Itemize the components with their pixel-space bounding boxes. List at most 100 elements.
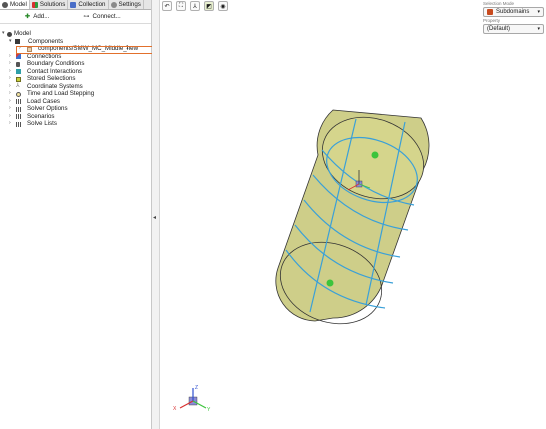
tree-label-stored-selections: Stored Selections bbox=[27, 75, 76, 82]
collapse-panel-icon[interactable]: ◂ bbox=[153, 214, 156, 221]
solutions-icon bbox=[31, 1, 38, 8]
tree-row-contact-interactions[interactable]: › Contact Interactions bbox=[0, 68, 151, 76]
expand-arrow-icon: › bbox=[9, 105, 11, 111]
fit-view-icon[interactable]: ⛶ bbox=[176, 1, 186, 11]
mesh-ring bbox=[303, 199, 401, 258]
cylinder-bottom-face bbox=[279, 241, 383, 325]
tree-label-load-cases: Load Cases bbox=[27, 97, 61, 105]
subdomains-icon bbox=[487, 9, 493, 15]
tab-settings[interactable]: Settings bbox=[109, 0, 144, 9]
tab-settings-label: Settings bbox=[118, 1, 141, 8]
expand-arrow-icon: › bbox=[9, 112, 11, 119]
mesh-line bbox=[309, 118, 357, 313]
tree-label-solve-lists: Solve Lists bbox=[27, 120, 57, 127]
tree-row-solve-lists[interactable]: › Solve Lists bbox=[0, 120, 151, 128]
tab-model[interactable]: Model bbox=[0, 0, 30, 9]
tree-row-solver-options[interactable]: › Solver Options bbox=[0, 105, 151, 113]
expand-arrow-icon: › bbox=[9, 82, 11, 89]
tree-row-stored-selections[interactable]: › Stored Selections bbox=[0, 75, 151, 83]
property-caption: Property bbox=[483, 18, 501, 23]
expand-arrow-icon: ▾ bbox=[9, 37, 12, 44]
cylinder-body bbox=[275, 109, 430, 322]
tree-row-load-cases[interactable]: › Load Cases bbox=[0, 98, 151, 106]
model-icon bbox=[2, 1, 8, 8]
mesh-ring-top bbox=[326, 136, 418, 204]
lock-icon bbox=[16, 61, 20, 67]
model-browser-panel: Model Solutions Collection Settings ✚ Ad… bbox=[0, 0, 157, 429]
global-axes-triad: Z X Y bbox=[173, 385, 211, 413]
tree-label-components: Components bbox=[28, 37, 64, 45]
tree-label-solver-options: Solver Options bbox=[27, 105, 68, 112]
scenarios-icon bbox=[16, 114, 21, 119]
property-dropdown[interactable]: (Default) ▾ bbox=[483, 24, 544, 34]
connect-icon: ⊶ bbox=[83, 13, 90, 20]
selection-icon bbox=[16, 76, 21, 82]
solve-lists-icon bbox=[16, 121, 21, 127]
components-icon bbox=[15, 39, 20, 44]
browser-toolbar: ✚ Add... ⊶ Connect... bbox=[0, 10, 151, 24]
triad-z-label: Z bbox=[195, 385, 198, 391]
tree-row-connections[interactable]: › Connections bbox=[0, 53, 151, 61]
selection-mode-dropdown[interactable]: Subdomains ▾ bbox=[483, 7, 544, 17]
tab-model-label: Model bbox=[10, 1, 27, 8]
tree-row-model[interactable]: ▾ Model bbox=[0, 30, 151, 38]
selection-highlight bbox=[16, 45, 157, 54]
mesh-ring bbox=[312, 174, 409, 231]
tree-row-boundary-conditions[interactable]: › Boundary Conditions bbox=[0, 60, 151, 68]
tree-row-scenarios[interactable]: › Scenarios bbox=[0, 113, 151, 121]
clock-icon bbox=[16, 91, 21, 97]
tree-row-time-and-load-stepping[interactable]: › Time and Load Stepping bbox=[0, 90, 151, 98]
expand-arrow-icon: › bbox=[9, 120, 11, 126]
triad-x-label: X bbox=[173, 406, 177, 412]
tab-collection[interactable]: Collection bbox=[68, 0, 109, 9]
tree-label-boundary-conditions: Boundary Conditions bbox=[27, 60, 85, 67]
tab-solutions-label: Solutions bbox=[39, 1, 66, 8]
collection-icon bbox=[70, 1, 77, 8]
mesh-ring bbox=[285, 249, 386, 309]
browser-tabs: Model Solutions Collection Settings bbox=[0, 0, 151, 10]
property-value: (Default) bbox=[487, 26, 511, 32]
expand-arrow-icon: › bbox=[9, 67, 11, 74]
axes-icon: ⅄ bbox=[16, 82, 20, 89]
add-button-label: Add... bbox=[33, 13, 50, 20]
visibility-icon[interactable]: ◉ bbox=[218, 1, 228, 11]
connect-button-label: Connect... bbox=[92, 13, 121, 20]
tree-label-scenarios: Scenarios bbox=[27, 112, 55, 120]
expand-arrow-icon: › bbox=[9, 75, 11, 81]
mesh-ring bbox=[321, 149, 415, 206]
view-axes-icon[interactable]: ⅄ bbox=[190, 1, 200, 11]
connect-button[interactable]: ⊶ Connect... bbox=[83, 13, 120, 20]
expand-arrow-icon: › bbox=[9, 90, 11, 96]
view-undo-icon[interactable]: ↶ bbox=[162, 1, 172, 11]
tree-label-contact-interactions: Contact Interactions bbox=[27, 67, 83, 75]
tree-label-time-and-load-stepping: Time and Load Stepping bbox=[27, 90, 95, 97]
local-axes-icon bbox=[347, 170, 371, 191]
solver-options-icon bbox=[16, 106, 21, 112]
tree-label-connections: Connections bbox=[27, 52, 62, 60]
cylinder-model[interactable] bbox=[269, 104, 435, 338]
connections-icon bbox=[16, 54, 21, 59]
expand-arrow-icon: ▾ bbox=[2, 30, 5, 36]
tree-row-components[interactable]: ▾ Components bbox=[0, 38, 151, 46]
settings-icon bbox=[110, 1, 117, 8]
load-cases-icon bbox=[16, 99, 21, 104]
tree-label-model: Model bbox=[14, 30, 31, 37]
tree-label-coordinate-systems: Coordinate Systems bbox=[27, 82, 83, 90]
contact-icon bbox=[16, 69, 21, 74]
expand-arrow-icon: › bbox=[9, 60, 11, 66]
chevron-down-icon: ▾ bbox=[537, 26, 540, 32]
selection-mode-value: Subdomains bbox=[496, 9, 530, 15]
mesh-line bbox=[365, 121, 406, 306]
model-node-icon bbox=[7, 31, 12, 37]
cylinder-top-face bbox=[321, 116, 425, 200]
tree-row-coordinate-systems[interactable]: › ⅄ Coordinate Systems bbox=[0, 83, 151, 91]
expand-arrow-icon: › bbox=[9, 52, 11, 59]
add-button[interactable]: ✚ Add... bbox=[25, 13, 49, 20]
green-marker bbox=[326, 279, 334, 287]
section-cut-icon[interactable]: ◩ bbox=[204, 1, 214, 11]
tab-solutions[interactable]: Solutions bbox=[30, 0, 69, 9]
model-tree: ▾ Model ▾ Components › components/SMW_MC… bbox=[0, 30, 157, 128]
mesh-ring bbox=[294, 224, 394, 284]
chevron-down-icon: ▾ bbox=[537, 9, 540, 15]
expand-arrow-icon: › bbox=[9, 97, 11, 104]
